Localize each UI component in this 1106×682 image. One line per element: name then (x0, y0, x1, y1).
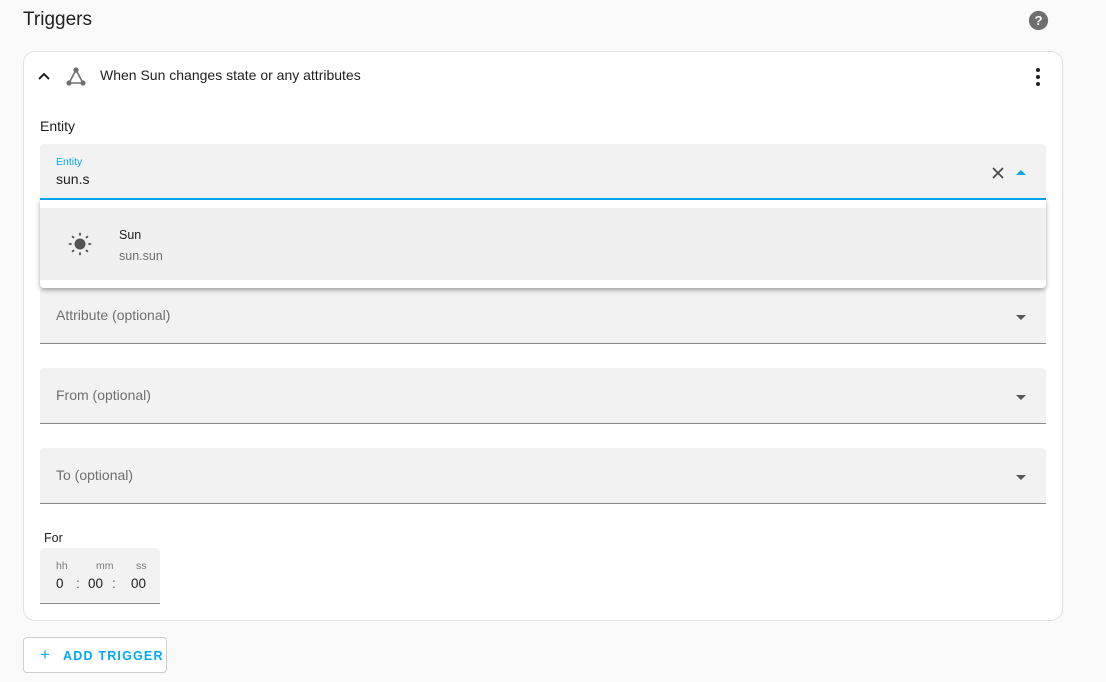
entity-field-label: Entity (56, 156, 83, 168)
menu-down-icon[interactable] (1015, 391, 1027, 403)
suggestion-name: Sun (119, 228, 142, 242)
to-field-placeholder: To (optional) (56, 467, 134, 483)
entity-suggestions-list: Sun sun.sun (40, 200, 1046, 288)
trigger-title: When Sun changes state or any attributes (100, 67, 361, 83)
add-trigger-label: ADD TRIGGER (63, 649, 164, 663)
minutes-unit-label: mm (96, 560, 114, 572)
add-trigger-button[interactable]: + ADD TRIGGER (23, 637, 167, 673)
entity-field[interactable]: Entity sun.s (40, 144, 1046, 200)
weather-sunny-icon (68, 232, 92, 256)
page-title: Triggers (23, 9, 92, 30)
hours-input[interactable]: 0 (56, 576, 64, 591)
menu-down-icon[interactable] (1015, 311, 1027, 323)
entity-section-label: Entity (40, 118, 76, 134)
menu-down-icon[interactable] (1015, 471, 1027, 483)
help-circle-icon[interactable]: ? (1028, 10, 1049, 31)
chevron-up-icon[interactable] (36, 68, 52, 84)
from-field[interactable]: From (optional) (40, 368, 1046, 424)
time-separator: : (76, 576, 80, 591)
attribute-field-placeholder: Attribute (optional) (56, 307, 171, 323)
time-separator: : (112, 576, 116, 591)
suggestion-entity-id: sun.sun (119, 249, 163, 263)
close-icon[interactable] (990, 165, 1006, 181)
state-change-icon (66, 67, 86, 86)
for-label: For (44, 531, 63, 545)
suggestion-item-sun[interactable]: Sun sun.sun (40, 208, 1046, 280)
menu-up-icon[interactable] (1015, 167, 1027, 179)
more-vert-icon[interactable] (1028, 65, 1048, 89)
hours-unit-label: hh (56, 560, 68, 572)
seconds-input[interactable]: 00 (131, 576, 146, 591)
from-field-placeholder: From (optional) (56, 387, 151, 403)
minutes-input[interactable]: 00 (88, 576, 103, 591)
trigger-card: When Sun changes state or any attributes… (23, 51, 1063, 621)
duration-input[interactable]: hh mm ss 0 : 00 : 00 (40, 548, 160, 604)
trigger-card-header[interactable]: When Sun changes state or any attributes (24, 52, 1062, 100)
entity-field-value[interactable]: sun.s (56, 171, 89, 187)
seconds-unit-label: ss (136, 560, 147, 572)
plus-icon: + (40, 645, 50, 664)
attribute-field[interactable]: Attribute (optional) (40, 288, 1046, 344)
to-field[interactable]: To (optional) (40, 448, 1046, 504)
svg-text:?: ? (1034, 13, 1042, 28)
